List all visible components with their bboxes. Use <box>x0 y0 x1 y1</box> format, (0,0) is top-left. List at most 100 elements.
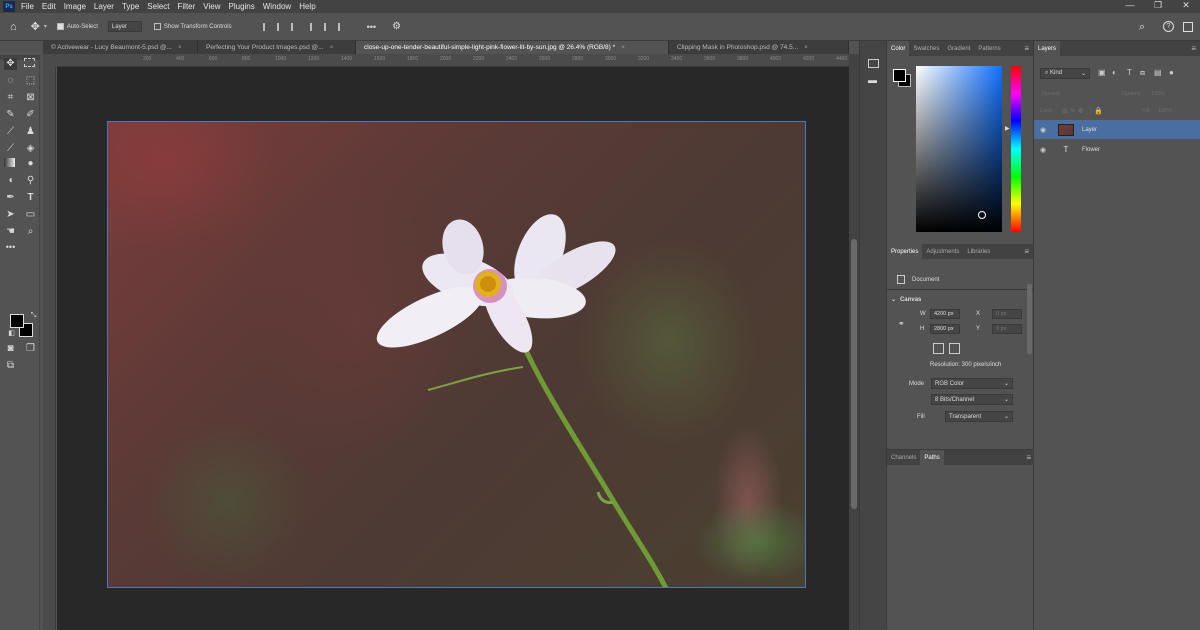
scrollbar-thumb[interactable] <box>851 239 857 509</box>
sponge-icon[interactable]: ⚲ <box>24 175 37 187</box>
minimize-button[interactable]: — <box>1116 0 1144 11</box>
dodge-icon[interactable]: ◖ <box>4 175 17 187</box>
brush-icon[interactable]: ⟋ <box>4 126 17 138</box>
shape-filter-icon[interactable]: ⧈ <box>1140 68 1145 78</box>
healing-brush-icon[interactable]: ✐ <box>24 109 37 121</box>
hand-icon[interactable]: ☚ <box>4 226 17 238</box>
color-foreground-swatch[interactable] <box>893 69 906 82</box>
canvas-vertical-scrollbar[interactable] <box>849 54 859 630</box>
pixel-filter-icon[interactable]: ▣ <box>1098 68 1106 77</box>
more-options-button[interactable]: ••• <box>367 22 376 32</box>
tab-properties[interactable]: Properties <box>887 244 923 259</box>
help-icon[interactable]: ? <box>1163 21 1174 32</box>
workspace-icon[interactable] <box>1183 22 1193 32</box>
menu-plugins[interactable]: Plugins <box>229 2 255 11</box>
comments-panel-icon[interactable]: ▬ <box>868 75 879 85</box>
settings-icon[interactable]: ⚙ <box>392 21 401 32</box>
panel-menu-icon[interactable]: ≡ <box>1191 44 1196 53</box>
mode-dropdown[interactable]: RGB Color ⌄ <box>931 378 1013 389</box>
eyedropper-icon[interactable]: ✎ <box>4 109 17 121</box>
menu-file[interactable]: File <box>21 2 34 11</box>
visibility-eye-icon[interactable]: ◉ <box>1040 146 1050 154</box>
type-icon[interactable]: T <box>24 192 37 204</box>
menu-edit[interactable]: Edit <box>42 2 56 11</box>
clone-stamp-icon[interactable]: ♟ <box>24 126 37 138</box>
adjustment-filter-icon[interactable]: ◐ <box>1112 68 1117 77</box>
layer-name[interactable]: Layer <box>1082 127 1097 133</box>
move-tool-icon[interactable]: ✥ <box>31 20 40 33</box>
tab-channels[interactable]: Channels <box>887 450 920 465</box>
height-input[interactable]: 2800 px <box>930 324 960 334</box>
edit-toolbar-icon[interactable]: ••• <box>4 241 17 253</box>
panel-menu-icon[interactable]: ≡ <box>1024 44 1029 53</box>
tab-layers[interactable]: Layers <box>1034 41 1061 56</box>
fill-dropdown[interactable]: Transparent ⌄ <box>945 411 1013 422</box>
width-input[interactable]: 4200 px <box>930 309 960 319</box>
marquee-icon[interactable] <box>24 58 35 67</box>
tab-adjustments[interactable]: Adjustments <box>922 244 963 259</box>
align-right-icon[interactable] <box>290 22 298 31</box>
panel-menu-icon[interactable]: ≡ <box>1026 453 1031 462</box>
lasso-icon[interactable]: ◌ <box>4 75 17 87</box>
filter-toggle-icon[interactable]: ● <box>1169 68 1174 77</box>
menu-view[interactable]: View <box>203 2 220 11</box>
kind-filter-dropdown[interactable]: ⌕ Kind ⌄ <box>1040 68 1090 79</box>
close-tab-icon[interactable]: × <box>178 44 182 51</box>
align-top-icon[interactable] <box>309 22 317 31</box>
history-panel-icon[interactable] <box>868 59 879 68</box>
tab-paths[interactable]: Paths <box>920 450 944 465</box>
x-input[interactable]: 0 px <box>992 309 1022 319</box>
menu-filter[interactable]: Filter <box>178 2 196 11</box>
rectangle-icon[interactable]: ▭ <box>24 209 37 221</box>
properties-scrollbar[interactable] <box>1027 284 1032 354</box>
menu-layer[interactable]: Layer <box>94 2 114 11</box>
restore-button[interactable]: ❐ <box>1144 0 1172 11</box>
extra-tool-icon[interactable]: ⧉ <box>4 360 17 372</box>
foreground-color-swatch[interactable] <box>10 314 24 328</box>
horizontal-ruler[interactable]: 200 400 600 800 1000 1200 1400 1600 1800 2000 2200… <box>57 54 849 67</box>
show-transform-checkbox[interactable]: Show Transform Controls <box>153 23 232 30</box>
search-icon[interactable]: ⌕ <box>1139 21 1145 34</box>
align-bottom-icon[interactable] <box>337 22 345 31</box>
doc-tab[interactable]: © Activewear - Lucy Beaumont-5.psd @... × <box>43 41 198 54</box>
type-filter-icon[interactable]: T <box>1127 68 1132 77</box>
default-colors-icon[interactable]: ◧ <box>5 328 18 340</box>
swap-colors-icon[interactable]: ⤡ <box>27 310 40 322</box>
landscape-icon[interactable] <box>949 343 960 354</box>
opacity-input[interactable]: 100% <box>1151 91 1165 97</box>
visibility-eye-icon[interactable]: ◉ <box>1040 126 1050 134</box>
doc-tab[interactable]: Perfecting Your Product Images.psd @... × <box>198 41 356 54</box>
tab-libraries[interactable]: Libraries <box>963 244 994 259</box>
align-middle-icon[interactable] <box>323 22 331 31</box>
bits-dropdown[interactable]: 8 Bits/Channel ⌄ <box>931 394 1013 405</box>
tab-swatches[interactable]: Swatches <box>909 41 943 56</box>
color-field[interactable] <box>916 66 1002 232</box>
layer-dropdown[interactable]: Layer <box>107 21 142 32</box>
menu-help[interactable]: Help <box>299 2 315 11</box>
canvas-section-header[interactable]: ⌄ Canvas <box>891 296 921 304</box>
fill-input[interactable]: 100% <box>1158 108 1172 114</box>
path-select-icon[interactable]: ➤ <box>4 209 17 221</box>
vertical-ruler[interactable] <box>43 67 56 630</box>
blur-icon[interactable]: ● <box>24 158 37 170</box>
portrait-icon[interactable] <box>933 343 944 354</box>
close-tab-icon[interactable]: × <box>804 44 808 51</box>
document-canvas[interactable] <box>107 121 806 588</box>
tab-color[interactable]: Color <box>887 41 910 56</box>
y-input[interactable]: 0 px <box>992 324 1022 334</box>
layer-row[interactable]: ◉ Layer <box>1034 120 1200 139</box>
doc-tab[interactable]: Clipping Mask in Photoshop.psd @ 74.5...… <box>669 41 849 54</box>
close-button[interactable]: ✕ <box>1172 0 1200 11</box>
lock-icons[interactable]: ⊞ ✎ ✥ ⬚ 🔒 <box>1062 107 1103 115</box>
crop-icon[interactable]: ⌗ <box>4 92 17 104</box>
hue-slider[interactable] <box>1011 66 1021 232</box>
tab-gradient[interactable]: Gradient <box>943 41 974 56</box>
tab-patterns[interactable]: Patterns <box>974 41 1004 56</box>
home-icon[interactable]: ⌂ <box>10 21 17 33</box>
gradient-icon[interactable] <box>4 158 15 167</box>
chevron-down-icon[interactable]: ▾ <box>44 23 47 30</box>
layer-name[interactable]: Flower <box>1082 147 1100 153</box>
menu-image[interactable]: Image <box>64 2 86 11</box>
frame-icon[interactable]: ⊠ <box>24 92 37 104</box>
link-dimensions-icon[interactable]: ⚭ <box>898 319 905 328</box>
